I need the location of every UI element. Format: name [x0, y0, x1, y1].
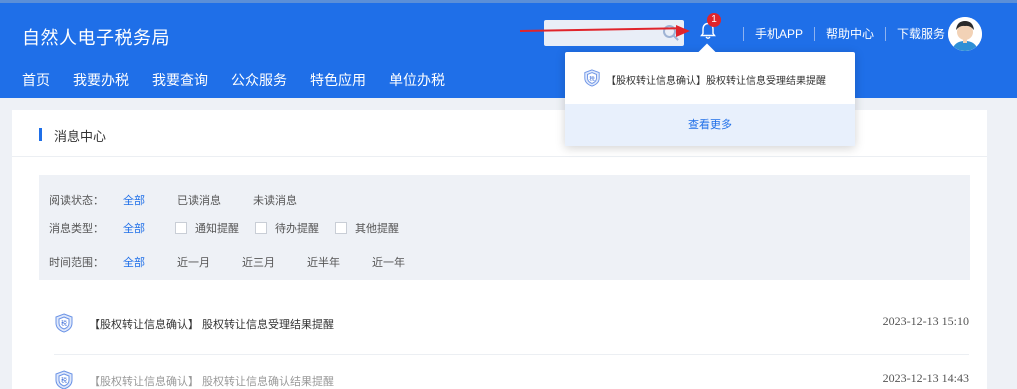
time-all[interactable]: 全部: [123, 254, 145, 270]
message-center-card: 消息中心 阅读状态： 全部 已读消息 未读消息 消息类型： 全部 通知提醒 待办…: [12, 110, 987, 389]
message-title[interactable]: 【股权转让信息确认】 股权转让信息受理结果提醒: [89, 316, 334, 332]
help-center-link[interactable]: 帮助中心: [826, 25, 874, 42]
checkbox-label: 通知提醒: [195, 223, 239, 235]
msg-type-all[interactable]: 全部: [123, 220, 145, 236]
checkbox-box[interactable]: [255, 222, 267, 234]
svg-text:税: 税: [61, 377, 67, 385]
list-item[interactable]: 税 【股权转让信息确认】 股权转让信息受理结果提醒 2023-12-13 15:…: [54, 303, 969, 343]
read-status-unread[interactable]: 未读消息: [253, 192, 297, 208]
message-time: 2023-12-13 14:43: [882, 371, 969, 385]
nav-query[interactable]: 我要查询: [152, 70, 208, 90]
shield-icon: 税: [583, 69, 601, 87]
nav-home[interactable]: 首页: [22, 70, 50, 90]
view-more-button[interactable]: 查看更多: [565, 104, 855, 146]
checkbox-box[interactable]: [175, 222, 187, 234]
filter-label: 时间范围：: [49, 257, 104, 269]
shield-icon: 税: [54, 370, 74, 389]
popup-message-title[interactable]: 【股权转让信息确认】股权转让信息受理结果提醒: [606, 72, 826, 87]
checkbox-label: 待办提醒: [275, 223, 319, 235]
checkbox-other[interactable]: 其他提醒: [335, 220, 399, 236]
checkbox-box[interactable]: [335, 222, 347, 234]
popup-item[interactable]: 税 【股权转让信息确认】股权转让信息受理结果提醒: [565, 52, 855, 104]
row-divider: [54, 354, 969, 355]
checkbox-notice[interactable]: 通知提醒: [175, 220, 239, 236]
top-accent-line: [0, 0, 1017, 3]
time-3-months[interactable]: 近三月: [242, 254, 275, 270]
list-item[interactable]: 税 【股权转让信息确认】 股权转让信息确认结果提醒 2023-12-13 14:…: [54, 360, 969, 389]
download-service-link[interactable]: 下载服务: [897, 25, 945, 42]
title-marker: [39, 128, 42, 141]
shield-icon: 税: [54, 313, 74, 333]
main-nav: 首页 我要办税 我要查询 公众服务 特色应用 单位办税: [22, 70, 468, 90]
site-logo[interactable]: 自然人电子税务局: [22, 24, 170, 50]
time-half-year[interactable]: 近半年: [307, 254, 340, 270]
time-range-row: 时间范围： 全部 近一月 近三月 近半年 近一年: [49, 254, 437, 270]
read-status-all[interactable]: 全部: [123, 192, 145, 208]
filter-label: 消息类型：: [49, 223, 104, 235]
search-input[interactable]: [544, 20, 684, 46]
checkbox-todo[interactable]: 待办提醒: [255, 220, 319, 236]
message-title[interactable]: 【股权转让信息确认】 股权转让信息确认结果提醒: [89, 373, 334, 389]
notification-popup: 税 【股权转让信息确认】股权转让信息受理结果提醒 查看更多: [565, 52, 855, 146]
filter-label: 阅读状态：: [49, 195, 104, 207]
nav-tax-handle[interactable]: 我要办税: [73, 70, 129, 90]
read-status-read[interactable]: 已读消息: [177, 192, 221, 208]
nav-public-service[interactable]: 公众服务: [231, 70, 287, 90]
mobile-app-link[interactable]: 手机APP: [755, 25, 803, 42]
time-1-year[interactable]: 近一年: [372, 254, 405, 270]
time-1-month[interactable]: 近一月: [177, 254, 210, 270]
divider: [885, 26, 887, 41]
divider: [743, 26, 744, 41]
nav-unit-tax[interactable]: 单位办税: [389, 70, 445, 90]
avatar[interactable]: [948, 17, 982, 51]
divider: [814, 26, 816, 41]
msg-type-row: 消息类型： 全部 通知提醒 待办提醒 其他提醒: [49, 220, 415, 236]
annotation-arrow-head: [676, 25, 690, 37]
svg-text:税: 税: [61, 320, 67, 328]
top-header: 自然人电子税务局 1 手机APP 帮助中心 下载服务 首页 我要办税 我要查询 …: [0, 0, 1017, 98]
nav-featured-apps[interactable]: 特色应用: [310, 70, 366, 90]
filter-panel: 阅读状态： 全部 已读消息 未读消息 消息类型： 全部 通知提醒 待办提醒 其他…: [39, 175, 970, 280]
page-title: 消息中心: [54, 129, 107, 144]
top-links: 手机APP 帮助中心 下载服务: [732, 25, 945, 42]
checkbox-label: 其他提醒: [355, 223, 399, 235]
message-time: 2023-12-13 15:10: [882, 314, 969, 328]
notification-badge: 1: [707, 13, 721, 27]
svg-text:税: 税: [589, 74, 595, 82]
read-status-row: 阅读状态： 全部 已读消息 未读消息: [49, 192, 329, 208]
